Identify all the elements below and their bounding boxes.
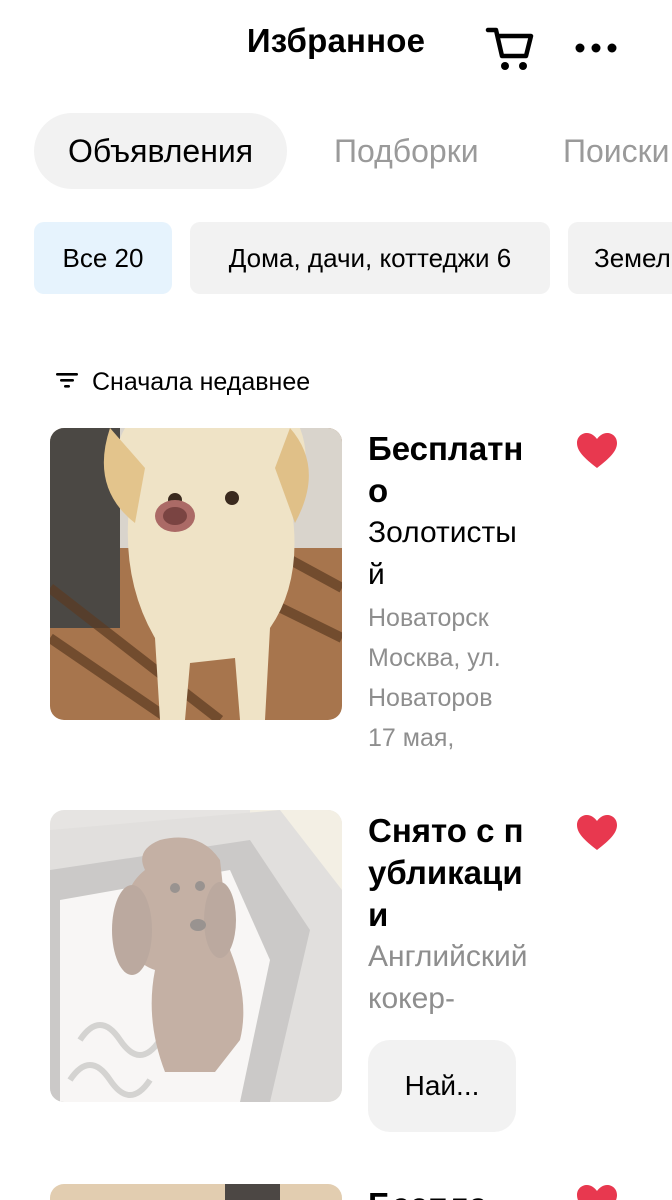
listing-photo[interactable] — [50, 1184, 342, 1200]
filter-chip-houses[interactable]: Дома, дачи, коттеджи 6 — [190, 222, 550, 294]
sort-label: Сначала недавнее — [92, 367, 311, 396]
listing-date: 17 мая, — [368, 724, 455, 752]
filter-chip-all[interactable]: Все 20 — [34, 222, 172, 294]
listing-title: Английский кокер- — [368, 940, 528, 1015]
filter-chip-land[interactable]: Земел — [568, 222, 672, 294]
category-filters: Все 20 Дома, дачи, коттеджи 6 Земел — [0, 222, 672, 294]
listing-title: Золотистый — [368, 516, 517, 591]
listing-photo[interactable] — [50, 810, 342, 1102]
listing-address-line: Москва, ул. — [368, 644, 501, 672]
more-icon[interactable] — [572, 28, 620, 68]
favorite-heart-icon[interactable] — [576, 432, 618, 470]
tab-listings[interactable]: Объявления — [34, 113, 288, 189]
listing-photo[interactable] — [50, 428, 342, 720]
listing-status: Снято с публикации — [368, 812, 524, 933]
listing-info: Беспла — [368, 1184, 528, 1200]
listing-address-line: Новаторов — [368, 684, 493, 712]
listing-price: Бесплатно — [368, 430, 524, 509]
tab-collections[interactable]: Подборки — [300, 113, 513, 189]
favorites-tabs: Объявления Подборки Поиски — [0, 113, 672, 189]
tab-searches[interactable]: Поиски — [529, 113, 672, 189]
listing-card[interactable]: Беспла — [0, 1184, 672, 1200]
sort-control[interactable]: Сначала недавнее — [56, 362, 310, 402]
favorite-heart-icon[interactable] — [576, 814, 618, 852]
sort-icon — [56, 371, 78, 394]
find-similar-button[interactable]: Най... — [368, 1040, 516, 1132]
listing-card[interactable]: Бесплатно Золотистый Новаторск Москва, у… — [0, 428, 672, 768]
favorite-heart-icon[interactable] — [576, 1184, 618, 1200]
listing-info: Бесплатно Золотистый Новаторск Москва, у… — [368, 428, 528, 758]
listing-info: Снято с публикации Английский кокер- Най… — [368, 810, 528, 1132]
top-bar: Избранное — [0, 0, 672, 96]
cart-icon[interactable] — [484, 24, 536, 72]
listing-price: Беспла — [368, 1184, 528, 1200]
listing-card[interactable]: Снято с публикации Английский кокер- Най… — [0, 810, 672, 1140]
listing-address-line: Новаторск — [368, 604, 489, 632]
